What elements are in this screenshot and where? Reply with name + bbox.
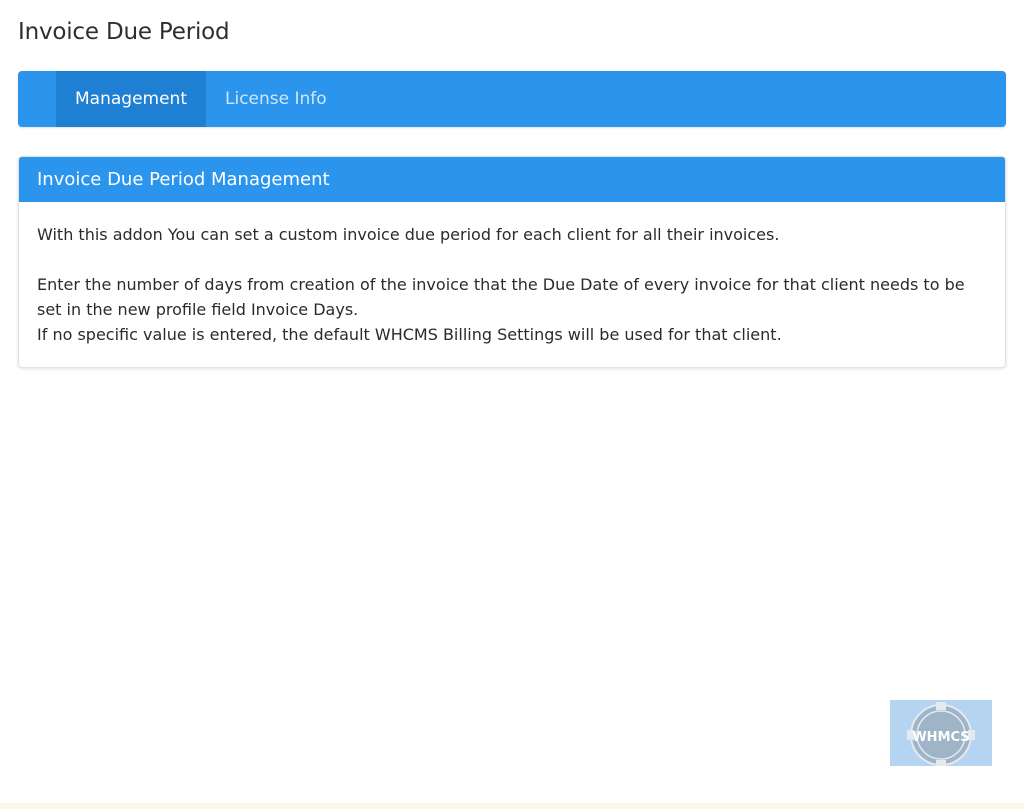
- page: Invoice Due Period Management License In…: [0, 0, 1024, 809]
- svg-text:WHMCS: WHMCS: [912, 730, 969, 745]
- panel-heading: Invoice Due Period Management: [19, 157, 1005, 202]
- info-panel: Invoice Due Period Management With this …: [18, 156, 1006, 368]
- panel-paragraph-default: If no specific value is entered, the def…: [37, 325, 782, 344]
- panel-paragraph-days: Enter the number of days from creation o…: [37, 275, 965, 319]
- bottom-bar: [0, 803, 1024, 809]
- whmcs-badge-graphic: WHMCS: [907, 702, 975, 766]
- whmcs-badge-icon: WHMCS: [890, 700, 992, 766]
- panel-body: With this addon You can set a custom inv…: [19, 202, 1005, 367]
- tab-license-info[interactable]: License Info: [206, 71, 346, 127]
- panel-paragraph-intro: With this addon You can set a custom inv…: [37, 225, 780, 244]
- tab-management[interactable]: Management: [56, 71, 206, 127]
- addon-navbar: Management License Info: [18, 71, 1006, 127]
- page-title: Invoice Due Period: [18, 19, 230, 45]
